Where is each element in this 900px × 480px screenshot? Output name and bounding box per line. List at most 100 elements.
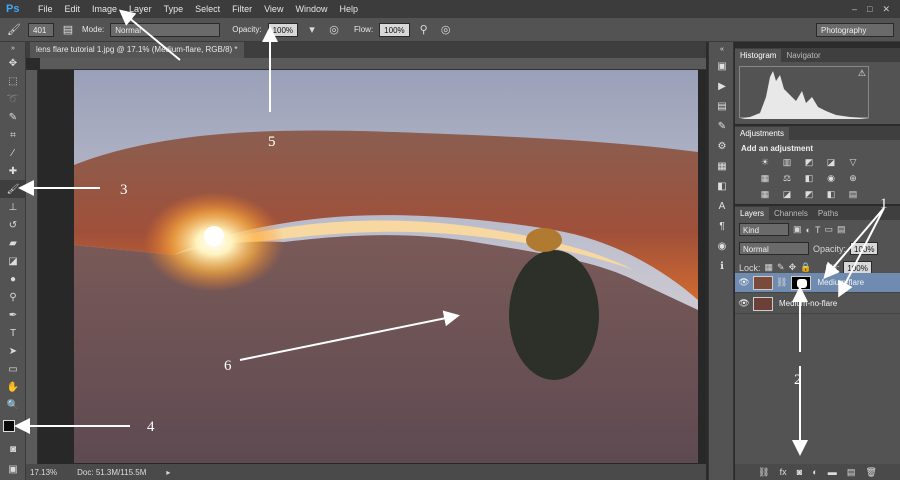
- tab-paths[interactable]: Paths: [813, 207, 843, 220]
- mode-select[interactable]: Normal: [110, 22, 221, 37]
- crop-tool-icon[interactable]: ⌗: [0, 126, 26, 144]
- opacity-dropdown-icon[interactable]: ▾: [304, 22, 320, 38]
- pressure-size-icon[interactable]: ◎: [438, 22, 454, 38]
- filter-type-icon[interactable]: T: [815, 225, 821, 235]
- layer-kind-filter[interactable]: Kind: [739, 223, 789, 236]
- channel-mixer-icon[interactable]: ⊕: [847, 172, 859, 184]
- info-panel-icon[interactable]: ▤: [709, 96, 735, 116]
- notes-panel-icon[interactable]: ◉: [709, 236, 735, 256]
- hue-saturation-icon[interactable]: ▦: [759, 172, 771, 184]
- minimize-button[interactable]: –: [852, 4, 857, 15]
- lock-all-icon[interactable]: 🔒: [800, 262, 811, 273]
- menu-window[interactable]: Window: [289, 0, 333, 18]
- menu-filter[interactable]: Filter: [226, 0, 258, 18]
- posterize-icon[interactable]: ◩: [803, 188, 815, 200]
- chain-link-icon[interactable]: ⛓: [776, 277, 787, 288]
- levels-icon[interactable]: ▥: [781, 156, 793, 168]
- quick-select-tool-icon[interactable]: ✎: [0, 108, 26, 126]
- cache-warning-icon[interactable]: ⚠: [858, 68, 866, 79]
- maximize-button[interactable]: □: [867, 4, 872, 15]
- document-image[interactable]: [74, 70, 698, 463]
- lock-transparency-icon[interactable]: ▦: [765, 262, 774, 273]
- history-brush-tool-icon[interactable]: ↺: [0, 216, 26, 234]
- brightness-contrast-icon[interactable]: ☀: [759, 156, 771, 168]
- filter-shape-icon[interactable]: ▭: [824, 224, 833, 235]
- layer-thumbnail[interactable]: [753, 275, 773, 290]
- eyedropper-tool-icon[interactable]: ⁄: [0, 144, 26, 162]
- menu-edit[interactable]: Edit: [59, 0, 87, 18]
- color-lookup-icon[interactable]: ▦: [759, 188, 771, 200]
- add-mask-icon[interactable]: ◙: [797, 467, 802, 477]
- zoom-tool-icon[interactable]: 🔍: [0, 396, 26, 414]
- lasso-tool-icon[interactable]: ➰: [0, 90, 26, 108]
- new-group-icon[interactable]: ▬: [828, 467, 837, 477]
- flow-field[interactable]: 100%: [379, 22, 410, 37]
- strip-collapse-icon[interactable]: «: [709, 42, 735, 56]
- layer-opacity-field[interactable]: 100%: [850, 242, 879, 255]
- pen-tool-icon[interactable]: ✒: [0, 306, 26, 324]
- quick-mask-icon[interactable]: ◙: [0, 440, 26, 458]
- zoom-level[interactable]: 17.13%: [30, 468, 57, 477]
- delete-layer-icon[interactable]: 🗑: [865, 467, 876, 478]
- filter-pixel-icon[interactable]: ▣: [793, 224, 802, 235]
- visibility-eye-icon[interactable]: 👁: [735, 277, 753, 288]
- exposure-icon[interactable]: ◪: [825, 156, 837, 168]
- toolbar-collapse-icon[interactable]: »: [0, 42, 26, 54]
- foreground-color-swatch[interactable]: [3, 420, 15, 432]
- brush-presets-icon[interactable]: ✎: [709, 116, 735, 136]
- photo-filter-icon[interactable]: ◉: [825, 172, 837, 184]
- menu-file[interactable]: File: [32, 0, 59, 18]
- menu-layer[interactable]: Layer: [123, 0, 158, 18]
- pressure-opacity-icon[interactable]: ◎: [326, 22, 342, 38]
- brush-panel-icon[interactable]: ▤: [60, 22, 76, 38]
- close-button[interactable]: ✕: [882, 4, 890, 15]
- curves-icon[interactable]: ◩: [803, 156, 815, 168]
- type-tool-icon[interactable]: T: [0, 324, 26, 342]
- healing-brush-tool-icon[interactable]: ✚: [0, 162, 26, 180]
- history-panel-icon[interactable]: ▣: [709, 56, 735, 76]
- filter-smart-object-icon[interactable]: ▤: [837, 224, 846, 235]
- menu-view[interactable]: View: [258, 0, 289, 18]
- move-tool-icon[interactable]: ✥: [0, 54, 26, 72]
- threshold-icon[interactable]: ◧: [825, 188, 837, 200]
- airbrush-icon[interactable]: ⚲: [416, 22, 432, 38]
- menu-help[interactable]: Help: [333, 0, 364, 18]
- status-menu-arrow-icon[interactable]: ▸: [166, 468, 170, 477]
- character-panel-icon[interactable]: A: [709, 196, 735, 216]
- tab-adjustments[interactable]: Adjustments: [735, 127, 790, 140]
- filter-adjustment-icon[interactable]: ◐: [806, 225, 811, 235]
- brush-tool-icon[interactable]: 🖌: [0, 180, 26, 198]
- properties-panel-icon[interactable]: ℹ: [709, 256, 735, 276]
- black-white-icon[interactable]: ◧: [803, 172, 815, 184]
- actions-panel-icon[interactable]: ▶: [709, 76, 735, 96]
- blend-mode-select[interactable]: Normal: [739, 242, 809, 255]
- gradient-map-icon[interactable]: ▤: [847, 188, 859, 200]
- layer-row-medium-flare[interactable]: 👁 ⛓ Medium-flare: [735, 273, 900, 293]
- eraser-tool-icon[interactable]: ▰: [0, 234, 26, 252]
- vibrance-icon[interactable]: ▽: [847, 156, 859, 168]
- clone-stamp-tool-icon[interactable]: ⊥: [0, 198, 26, 216]
- tab-layers[interactable]: Layers: [735, 207, 770, 220]
- tool-presets-icon[interactable]: ⚙: [709, 136, 735, 156]
- shape-tool-icon[interactable]: ▭: [0, 360, 26, 378]
- brush-size-picker[interactable]: 401: [28, 22, 54, 37]
- gradient-tool-icon[interactable]: ◪: [0, 252, 26, 270]
- link-layers-icon[interactable]: ⛓: [758, 467, 769, 478]
- invert-icon[interactable]: ◪: [781, 188, 793, 200]
- layer-row-medium-no-flare[interactable]: 👁 Medium-no-flare: [735, 294, 900, 314]
- dodge-tool-icon[interactable]: ⚲: [0, 288, 26, 306]
- hand-tool-icon[interactable]: ✋: [0, 378, 26, 396]
- lock-pixels-icon[interactable]: ✎: [777, 262, 785, 273]
- menu-image[interactable]: Image: [86, 0, 123, 18]
- visibility-eye-icon[interactable]: 👁: [735, 298, 753, 309]
- new-layer-icon[interactable]: ▤: [847, 467, 856, 478]
- canvas-area[interactable]: [38, 70, 706, 464]
- new-adjustment-layer-icon[interactable]: ◐: [812, 467, 817, 477]
- marquee-tool-icon[interactable]: ⬚: [0, 72, 26, 90]
- menu-type[interactable]: Type: [158, 0, 190, 18]
- layer-name[interactable]: Medium-no-flare: [779, 299, 837, 308]
- opacity-field[interactable]: 100%: [267, 22, 299, 37]
- tab-histogram[interactable]: Histogram: [735, 49, 782, 62]
- lock-position-icon[interactable]: ✥: [789, 262, 797, 273]
- layer-thumbnail[interactable]: [753, 296, 773, 311]
